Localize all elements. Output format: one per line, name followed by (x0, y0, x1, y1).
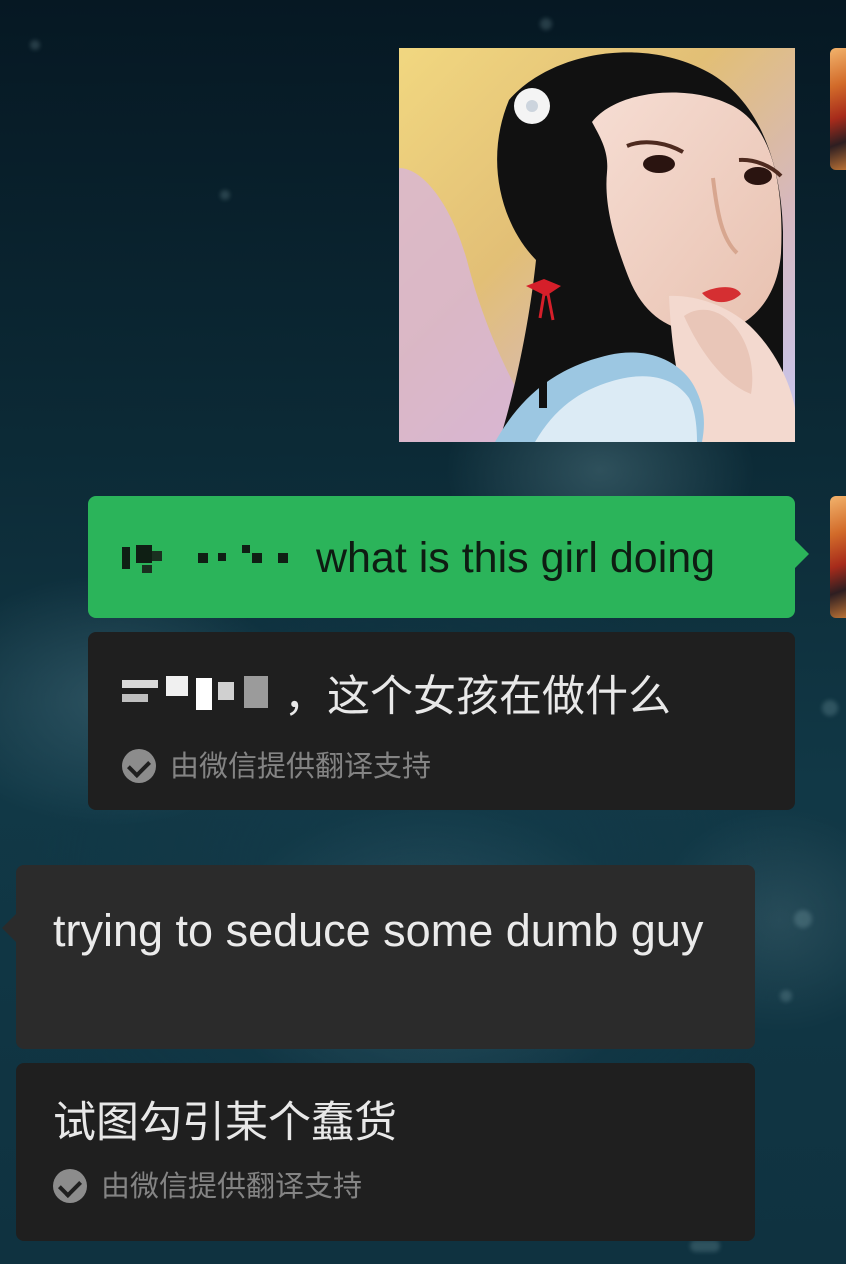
translation-text: ，这个女孩在做什么 (122, 670, 795, 727)
translation-card[interactable]: 试图勾引某个蠢货 由微信提供翻译支持 (16, 1063, 755, 1241)
sent-text-bubble[interactable]: what is this girl doing (88, 496, 809, 618)
bokeh-dot (540, 18, 552, 30)
redacted-translation-pixels (122, 672, 272, 727)
translation-support: 由微信提供翻译支持 (53, 1169, 755, 1203)
image-message-artwork (399, 48, 795, 442)
received-text-bubble[interactable]: trying to seduce some dumb guy (2, 865, 755, 1049)
translation-support: 由微信提供翻译支持 (122, 749, 795, 783)
bokeh-dot (822, 700, 838, 716)
avatar[interactable] (830, 496, 846, 618)
avatar[interactable] (830, 48, 846, 170)
translation-card[interactable]: ，这个女孩在做什么 由微信提供翻译支持 (88, 632, 795, 810)
bokeh-dot (220, 190, 230, 200)
bokeh-dot (30, 40, 40, 50)
translation-text: 试图勾引某个蠢货 (53, 1098, 397, 1148)
sent-message-text: what is this girl doing (315, 534, 716, 582)
redacted-text-pixels (122, 535, 292, 587)
check-circle-icon (53, 1169, 87, 1203)
bokeh-dot (794, 910, 812, 928)
image-message[interactable] (399, 48, 795, 442)
translation-support-text: 由微信提供翻译支持 (101, 1169, 363, 1203)
check-circle-icon (122, 749, 156, 783)
bokeh-dot (690, 1240, 720, 1252)
translation-support-text: 由微信提供翻译支持 (170, 749, 432, 783)
received-message-text: trying to seduce some dumb guy (53, 905, 704, 956)
bokeh-dot (780, 990, 792, 1002)
